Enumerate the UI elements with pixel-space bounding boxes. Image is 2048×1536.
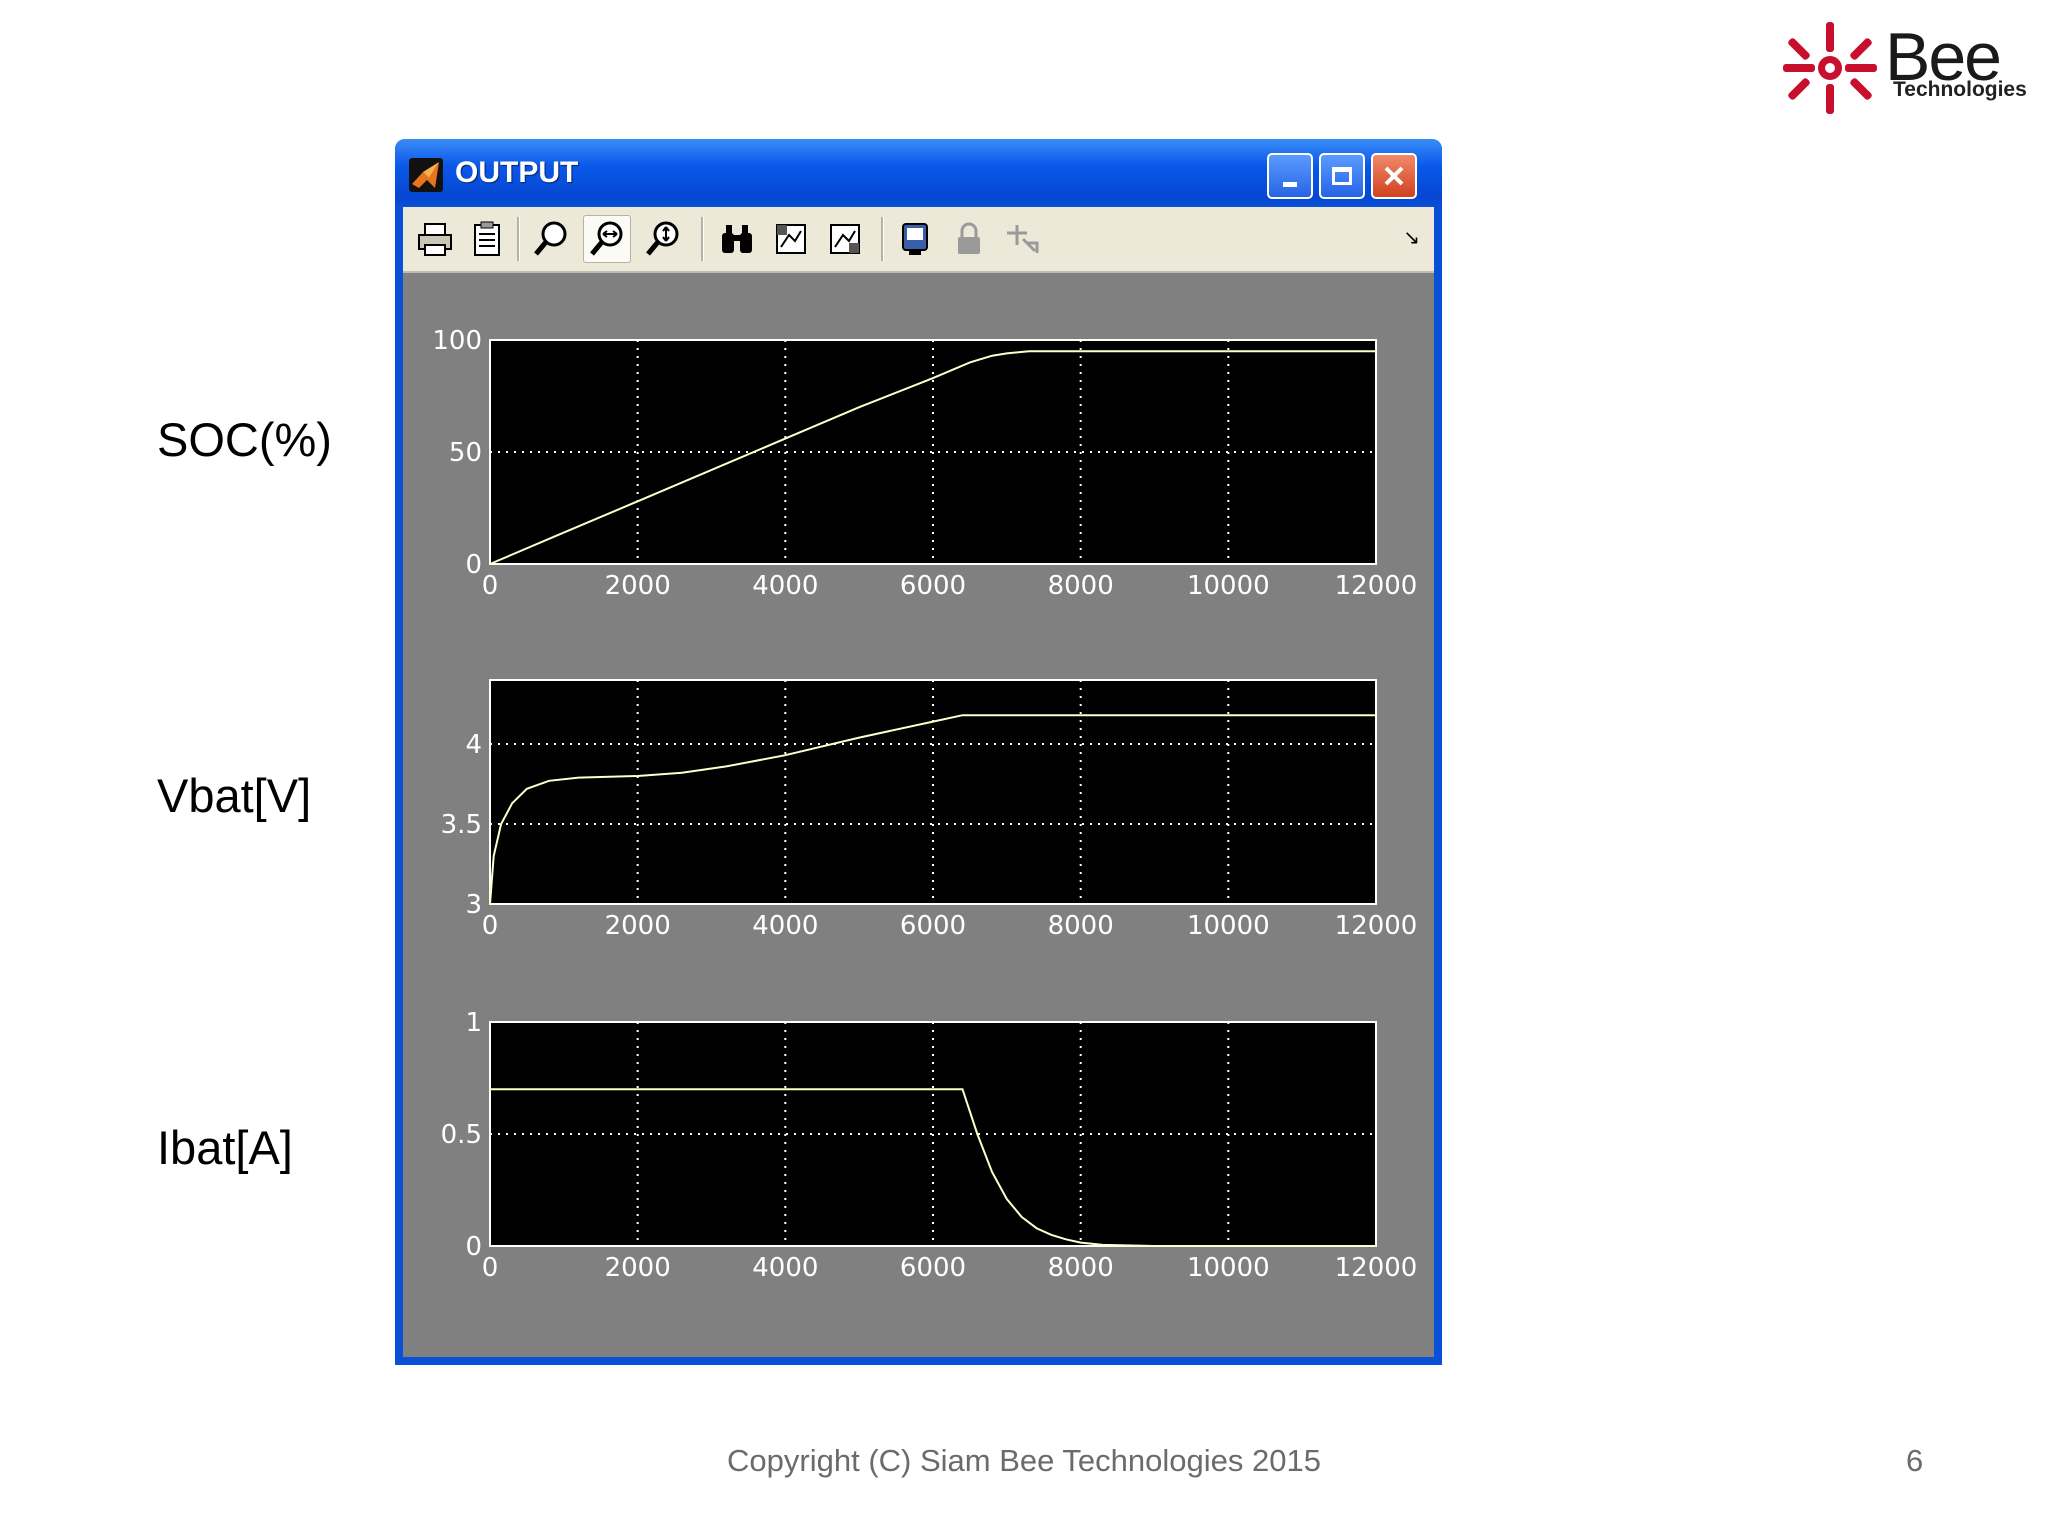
copyright-footer: Copyright (C) Siam Bee Technologies 2015 [727, 1443, 1321, 1478]
x-tick-label: 6000 [900, 1253, 966, 1283]
scope-toolbar: ↘ [403, 207, 1434, 273]
minimize-icon [1283, 181, 1297, 187]
x-tick-label: 12000 [1335, 571, 1418, 601]
restore-axes-button[interactable] [821, 215, 869, 263]
zoom-x-button[interactable] [583, 215, 631, 263]
floating-scope-icon [902, 223, 928, 255]
x-tick-label: 2000 [605, 911, 671, 941]
minimize-button[interactable] [1267, 153, 1313, 199]
toolbar-separator [701, 217, 704, 261]
y-tick-label: 3.5 [441, 810, 482, 840]
soc-label: SOC(%) [157, 413, 332, 466]
toolbar-separator [881, 217, 884, 261]
zoom-x-icon [590, 221, 623, 256]
parameters-button[interactable] [463, 215, 511, 263]
x-tick-label: 4000 [752, 911, 818, 941]
x-tick-label: 0 [482, 911, 499, 941]
y-tick-label: 50 [449, 438, 482, 468]
zoom-y-icon [646, 221, 679, 256]
lock-button[interactable] [945, 215, 993, 263]
clipboard-icon [474, 221, 500, 256]
save-axes-icon [776, 224, 806, 254]
y-tick-label: 0 [465, 550, 482, 580]
x-tick-label: 4000 [752, 571, 818, 601]
print-button[interactable] [411, 215, 459, 263]
save-axes-button[interactable] [767, 215, 815, 263]
zoom-icon [534, 221, 567, 256]
x-tick-label: 0 [482, 571, 499, 601]
matlab-icon [409, 158, 443, 192]
x-tick-label: 8000 [1048, 571, 1114, 601]
toolbar-separator [517, 217, 520, 261]
window-titlebar[interactable]: OUTPUT [395, 139, 1442, 207]
y-tick-label: 100 [432, 326, 482, 356]
x-tick-label: 8000 [1048, 911, 1114, 941]
vbat-label: Vbat[V] [157, 769, 312, 822]
scope-window: OUTPUT ↘ 0 2000 4000 6000 8000 10000 120… [395, 139, 1442, 1478]
x-tick-label: 10000 [1187, 911, 1270, 941]
scope-display: 0 2000 4000 6000 8000 10000 12000 0 50 100 0 2000 40… [403, 273, 1434, 1478]
x-tick-label: 6000 [900, 911, 966, 941]
page-number: 6 [1906, 1443, 1924, 1478]
close-icon [1384, 166, 1404, 186]
bee-logo-mark-icon [1783, 22, 1877, 114]
maximize-button[interactable] [1319, 153, 1365, 199]
logo-subtitle: Technologies [1893, 78, 2027, 101]
y-tick-label: 3 [465, 890, 482, 920]
x-tick-label: 12000 [1335, 911, 1418, 941]
x-tick-label: 6000 [900, 571, 966, 601]
x-tick-label: 2000 [605, 571, 671, 601]
x-tick-label: 10000 [1187, 571, 1270, 601]
y-tick-label: 0 [465, 1232, 482, 1262]
x-tick-label: 4000 [752, 1253, 818, 1283]
ibat-label: Ibat[A] [157, 1121, 293, 1174]
window-title: OUTPUT [455, 156, 579, 189]
maximize-icon [1332, 167, 1352, 185]
signal-selection-button[interactable] [999, 215, 1047, 263]
autoscale-binoculars-icon [722, 225, 752, 253]
autoscale-button[interactable] [713, 215, 761, 263]
floating-scope-button[interactable] [891, 215, 939, 263]
y-tick-label: 4 [465, 730, 482, 760]
print-icon [418, 223, 452, 256]
zoom-y-button[interactable] [639, 215, 687, 263]
toolbar-overflow-icon[interactable]: ↘ [1403, 225, 1420, 250]
zoom-button[interactable] [527, 215, 575, 263]
bee-technologies-logo: Bee Technologies [1775, 18, 2035, 118]
y-tick-label: 1 [465, 1008, 482, 1038]
scope-plots: 0 2000 4000 6000 8000 10000 120000501000 2000 40… [432, 326, 1418, 1283]
signal-selection-icon [1007, 225, 1039, 253]
x-tick-label: 8000 [1048, 1253, 1114, 1283]
close-button[interactable] [1371, 153, 1417, 199]
restore-axes-icon [830, 224, 860, 254]
x-tick-label: 10000 [1187, 1253, 1270, 1283]
x-tick-label: 0 [482, 1253, 499, 1283]
y-tick-label: 0.5 [441, 1120, 482, 1150]
x-tick-label: 12000 [1335, 1253, 1418, 1283]
x-tick-label: 2000 [605, 1253, 671, 1283]
lock-icon [958, 222, 980, 254]
